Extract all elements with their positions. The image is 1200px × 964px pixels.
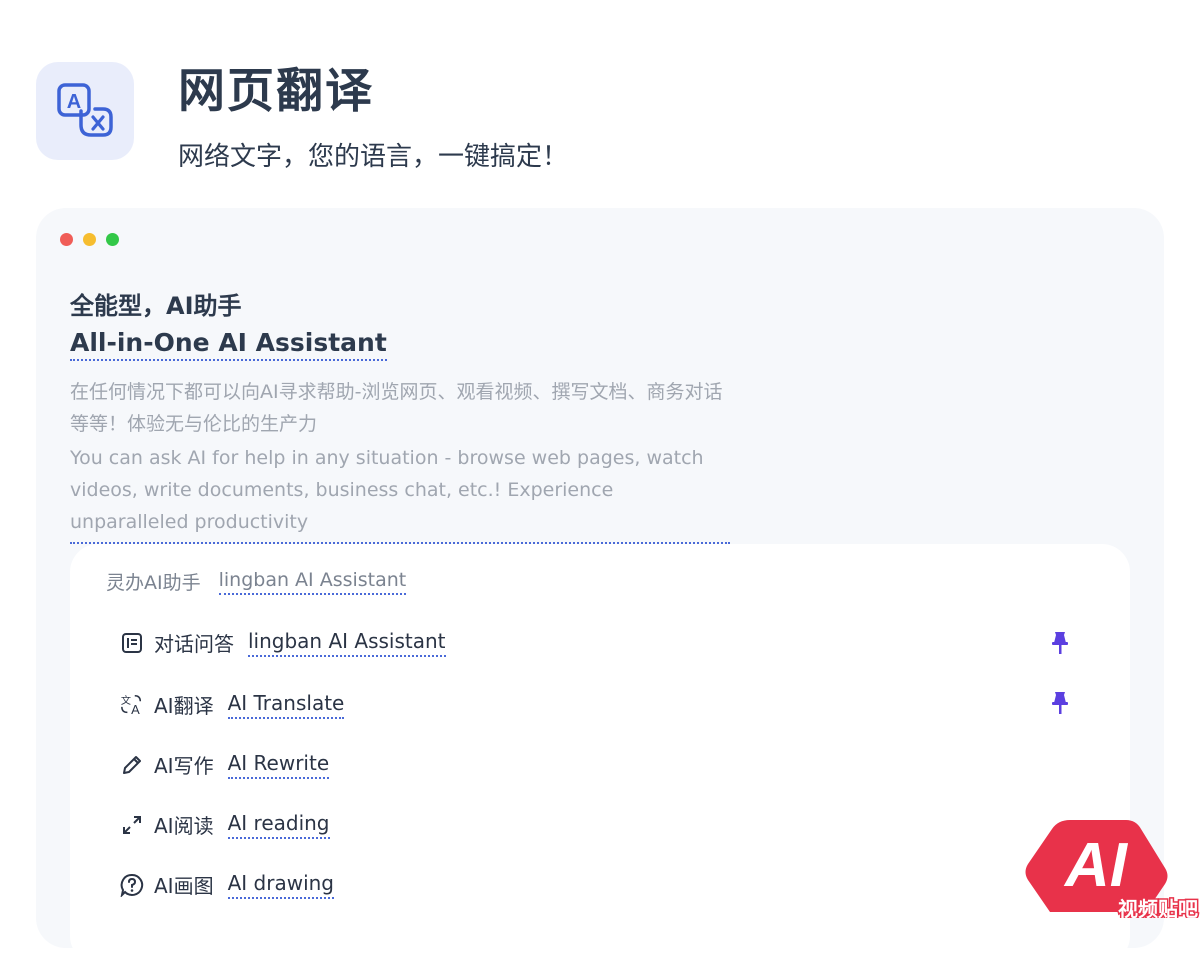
- menu-item-chat[interactable]: 对话问答 lingban AI Assistant: [120, 628, 446, 657]
- description-en: You can ask AI for help in any situation…: [70, 447, 704, 533]
- menu-item-label-zh: AI画图: [154, 874, 214, 898]
- menu-item-label-zh: AI写作: [154, 754, 214, 778]
- close-dot[interactable]: [60, 233, 73, 246]
- watermark-caption: 视频贴吧: [1118, 897, 1198, 918]
- expand-icon: [120, 813, 144, 837]
- translate-icon: 文 A: [120, 693, 144, 717]
- menu-item-label-en: lingban AI Assistant: [248, 629, 446, 657]
- menu-item-label-en: AI drawing: [227, 871, 334, 899]
- menu-item-label-en: AI Rewrite: [227, 751, 330, 779]
- watermark-logo-text: AI: [1063, 831, 1129, 900]
- assistant-panel: 灵办AI助手 lingban AI Assistant 对话问答 lingban…: [70, 544, 1130, 964]
- panel-heading-en: lingban AI Assistant: [218, 569, 407, 595]
- svg-text:A: A: [131, 702, 140, 717]
- pin-icon[interactable]: [1048, 690, 1072, 716]
- svg-text:文: 文: [121, 694, 131, 707]
- browser-window: 全能型，AI助手 All-in-One AI Assistant 在任何情况下都…: [36, 208, 1164, 964]
- watermark-logo: AI 视频贴吧: [1025, 820, 1200, 918]
- menu-item-translate[interactable]: 文 A AI翻译 AI Translate: [120, 690, 345, 719]
- menu-item-label-zh: AI阅读: [154, 814, 214, 838]
- menu-item-reading[interactable]: AI阅读 AI reading: [120, 810, 330, 839]
- menu-item-label-en: AI reading: [227, 811, 330, 839]
- translate-icon: A: [57, 83, 113, 137]
- page-title: 网页翻译: [178, 64, 374, 119]
- feature-title-en: All-in-One AI Assistant: [70, 328, 387, 361]
- chat-list-icon: [120, 631, 144, 655]
- panel-heading-zh: 灵办AI助手: [106, 572, 201, 594]
- page-subtitle: 网络文字，您的语言，一键搞定！: [178, 142, 569, 172]
- svg-text:A: A: [67, 91, 81, 113]
- feature-description: 在任何情况下都可以向AI寻求帮助-浏览网页、观看视频、撰写文档、商务对话等等！体…: [70, 376, 730, 544]
- menu-item-label-zh: 对话问答: [154, 632, 234, 656]
- menu-item-label-en: AI Translate: [227, 691, 345, 719]
- feature-title-zh: 全能型，AI助手: [70, 292, 242, 320]
- question-bubble-icon: [120, 873, 144, 897]
- menu-item-label-zh: AI翻译: [154, 694, 214, 718]
- panel-heading: 灵办AI助手 lingban AI Assistant: [106, 568, 407, 595]
- menu-item-drawing[interactable]: AI画图 AI drawing: [120, 870, 334, 899]
- description-zh: 在任何情况下都可以向AI寻求帮助-浏览网页、观看视频、撰写文档、商务对话等等！体…: [70, 381, 723, 435]
- pin-icon[interactable]: [1048, 630, 1072, 656]
- minimize-dot[interactable]: [83, 233, 96, 246]
- app-icon: A: [36, 62, 134, 160]
- menu-item-rewrite[interactable]: AI写作 AI Rewrite: [120, 750, 330, 779]
- pencil-icon: [120, 753, 144, 777]
- window-controls: [60, 233, 119, 246]
- maximize-dot[interactable]: [106, 233, 119, 246]
